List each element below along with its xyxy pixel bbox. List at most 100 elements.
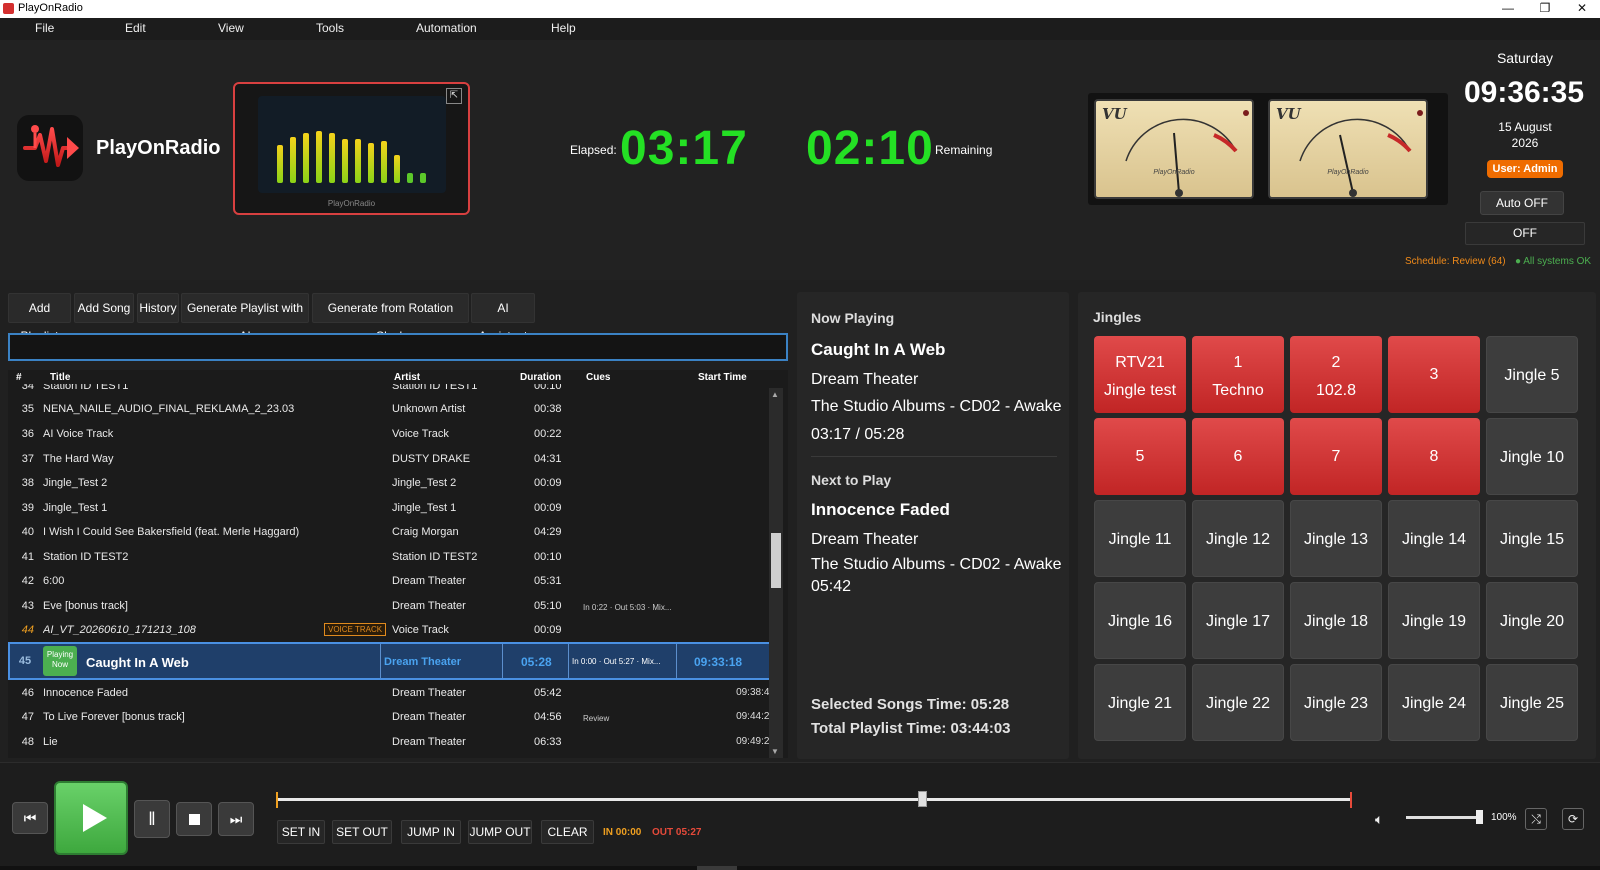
playlist-scrollbar[interactable]: ▲ ▼ xyxy=(769,388,783,758)
now-playing-artist: Dream Theater xyxy=(811,371,919,388)
pause-icon[interactable]: ‖ xyxy=(134,800,170,838)
menu-automation[interactable]: Automation xyxy=(416,21,477,35)
playlist-table: # Title Artist Duration Cues Start Time … xyxy=(8,370,788,758)
jingle-button[interactable]: 3 xyxy=(1388,336,1480,413)
generate-ai-playlist-button[interactable]: Generate Playlist with AI xyxy=(181,293,309,343)
history-button[interactable]: History xyxy=(137,293,179,323)
table-row[interactable]: 40 I Wish I Could See Bakersfield (feat.… xyxy=(8,520,773,545)
jingle-button[interactable]: Jingle 14 xyxy=(1388,500,1480,577)
clock-date: 15 August xyxy=(1498,120,1552,134)
clear-button[interactable]: CLEAR xyxy=(541,820,594,844)
menu-help[interactable]: Help xyxy=(551,21,576,35)
jingle-button[interactable]: Jingle 5 xyxy=(1486,336,1578,413)
now-playing-panel: Now Playing Caught In A Web Dream Theate… xyxy=(797,292,1069,759)
playlist-search-input[interactable] xyxy=(8,333,788,361)
row-artist: Dream Theater xyxy=(392,711,466,723)
jingle-button[interactable]: Jingle 10 xyxy=(1486,418,1578,495)
resize-handle[interactable] xyxy=(697,866,737,870)
row-title: The Hard Way xyxy=(43,453,114,465)
table-row[interactable]: 35 NENA_NAILE_AUDIO_FINAL_REKLAMA_2_23.0… xyxy=(8,397,773,422)
jingle-button[interactable]: 2 102.8 xyxy=(1290,336,1382,413)
menu-file[interactable]: File xyxy=(35,21,54,35)
shuffle-icon[interactable]: ⤭ xyxy=(1525,808,1547,830)
expand-icon[interactable]: ⇱ xyxy=(446,88,462,104)
jump-out-button[interactable]: JUMP OUT xyxy=(468,820,532,844)
col-start[interactable]: Start Time xyxy=(698,372,747,383)
row-num: 42 xyxy=(21,575,34,587)
off-button[interactable]: OFF xyxy=(1465,222,1585,245)
menu-tools[interactable]: Tools xyxy=(316,21,344,35)
menu-view[interactable]: View xyxy=(218,21,244,35)
loop-icon[interactable]: ⟳ xyxy=(1562,808,1584,830)
jingle-button[interactable]: 8 xyxy=(1388,418,1480,495)
jingle-button[interactable]: 1 Techno xyxy=(1192,336,1284,413)
jingle-button[interactable]: 5 xyxy=(1094,418,1186,495)
table-row[interactable]: 37 The Hard Way DUSTY DRAKE 04:31 xyxy=(8,447,773,472)
restore-button[interactable]: ❐ xyxy=(1527,0,1563,18)
jingle-button[interactable]: Jingle 25 xyxy=(1486,664,1578,741)
schedule-status[interactable]: Schedule: Review (64) xyxy=(1405,256,1506,267)
play-button[interactable] xyxy=(54,781,128,855)
add-playlist-button[interactable]: Add Playlist xyxy=(8,293,71,343)
set-in-button[interactable]: SET IN xyxy=(277,820,325,844)
user-badge[interactable]: User: Admin xyxy=(1487,160,1563,178)
table-row-playing[interactable]: 45 Playing Now Caught In A Web Dream The… xyxy=(8,642,773,680)
volume-slider[interactable] xyxy=(1406,816,1480,819)
close-button[interactable]: ✕ xyxy=(1564,0,1600,18)
table-row[interactable]: 42 6:00 Dream Theater 05:31 xyxy=(8,569,773,594)
jingle-button[interactable]: Jingle 13 xyxy=(1290,500,1382,577)
auto-toggle-button[interactable]: Auto OFF xyxy=(1480,191,1564,215)
jingle-button[interactable]: Jingle 11 xyxy=(1094,500,1186,577)
set-out-button[interactable]: SET OUT xyxy=(332,820,392,844)
seek-thumb[interactable] xyxy=(918,791,927,807)
jingle-button[interactable]: Jingle 15 xyxy=(1486,500,1578,577)
scroll-up-icon[interactable]: ▲ xyxy=(771,390,779,399)
skip-forward-icon[interactable]: ⏭ xyxy=(218,802,254,836)
speaker-icon[interactable]: 🔈︎ xyxy=(1375,811,1383,828)
col-num[interactable]: # xyxy=(16,372,22,383)
table-row[interactable]: 46 Innocence Faded Dream Theater 05:42 0… xyxy=(8,681,775,706)
jingle-button[interactable]: Jingle 22 xyxy=(1192,664,1284,741)
seek-bar[interactable] xyxy=(277,798,1352,801)
table-row[interactable]: 44 AI_VT_20260610_171213_108 VOICE TRACK… xyxy=(8,618,773,643)
generate-rotation-clock-button[interactable]: Generate from Rotation Clock xyxy=(312,293,469,343)
jingle-button[interactable]: Jingle 17 xyxy=(1192,582,1284,659)
col-artist[interactable]: Artist xyxy=(394,372,420,383)
menu-edit[interactable]: Edit xyxy=(125,21,146,35)
scroll-thumb[interactable] xyxy=(771,533,781,588)
jingle-button[interactable]: Jingle 16 xyxy=(1094,582,1186,659)
col-duration[interactable]: Duration xyxy=(520,372,561,383)
jingle-button[interactable]: Jingle 24 xyxy=(1388,664,1480,741)
jingle-button[interactable]: RTV21 Jingle test xyxy=(1094,336,1186,413)
scroll-down-icon[interactable]: ▼ xyxy=(771,747,779,756)
jingle-button[interactable]: Jingle 12 xyxy=(1192,500,1284,577)
table-row[interactable]: 39 Jingle_Test 1 Jingle_Test 1 00:09 xyxy=(8,496,773,521)
jingle-button[interactable]: Jingle 20 xyxy=(1486,582,1578,659)
stop-button[interactable] xyxy=(176,802,212,836)
jump-in-button[interactable]: JUMP IN xyxy=(401,820,461,844)
row-start: 09:38:46 xyxy=(736,687,775,698)
ai-assistant-button[interactable]: AI Assistant xyxy=(471,293,535,343)
table-row[interactable]: 48 Lie Dream Theater 06:33 09:49:25 xyxy=(8,730,775,755)
col-title[interactable]: Title xyxy=(50,372,70,383)
table-row[interactable]: 36 AI Voice Track Voice Track 00:22 xyxy=(8,422,773,447)
skip-back-icon[interactable]: ⏮ xyxy=(12,802,48,834)
jingle-button[interactable]: Jingle 21 xyxy=(1094,664,1186,741)
volume-thumb[interactable] xyxy=(1476,810,1483,824)
jingle-button[interactable]: Jingle 19 xyxy=(1388,582,1480,659)
row-title: Innocence Faded xyxy=(43,687,129,699)
table-row[interactable]: 43 Eve [bonus track] Dream Theater 05:10… xyxy=(8,594,773,619)
jingle-button[interactable]: 6 xyxy=(1192,418,1284,495)
table-row[interactable]: 41 Station ID TEST2 Station ID TEST2 00:… xyxy=(8,545,773,570)
jingle-button[interactable]: 7 xyxy=(1290,418,1382,495)
jingle-button[interactable]: Jingle 23 xyxy=(1290,664,1382,741)
minimize-button[interactable]: — xyxy=(1490,0,1526,18)
col-cues[interactable]: Cues xyxy=(586,372,610,383)
add-song-button[interactable]: Add Song xyxy=(74,293,134,323)
visualizer[interactable]: ⇱ PlayOnRadio xyxy=(233,82,470,215)
table-row[interactable]: 47 To Live Forever [bonus track] Dream T… xyxy=(8,705,775,730)
jingle-label: Jingle 13 xyxy=(1303,531,1369,548)
jingle-button[interactable]: Jingle 18 xyxy=(1290,582,1382,659)
jingle-label: 8 xyxy=(1429,448,1439,465)
table-row[interactable]: 38 Jingle_Test 2 Jingle_Test 2 00:09 xyxy=(8,471,773,496)
